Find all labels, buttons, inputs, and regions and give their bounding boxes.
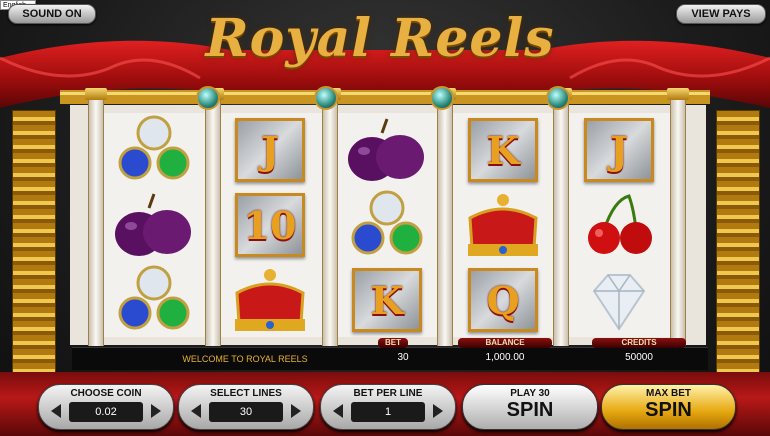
coin-increase-icon[interactable] [151,404,161,418]
plum-symbol [102,188,206,262]
balance-label: BALANCE [458,338,552,348]
diamond-symbol [567,263,671,337]
pillar [667,88,689,346]
bet-label: BET [378,338,408,348]
select-lines-value: 30 [209,402,283,422]
cherry-symbol [567,188,671,262]
gem-ornament [430,86,454,110]
select-lines-label: SELECT LINES [210,388,282,399]
max-spin-label: SPIN [645,399,692,421]
coin-decrease-icon[interactable] [51,404,61,418]
card-symbol: K [335,263,439,337]
reel-4: K Q [451,113,555,337]
spin-button[interactable]: PLAY 30 SPIN [462,384,598,430]
sound-toggle-button[interactable]: SOUND ON [8,4,96,24]
bet-per-line-label: BET PER LINE [353,388,423,399]
credits-value: 50000 [625,352,653,363]
choose-coin-value: 0.02 [69,402,143,422]
pillar [434,88,456,346]
choose-coin-control: CHOOSE COIN 0.02 [38,384,174,430]
gems-cluster-symbol [102,113,206,187]
balance-value: 1,000.00 [485,352,525,363]
reel-3: K [335,113,439,337]
gems-cluster-symbol [335,188,439,262]
gem-ornament [196,86,220,110]
gems-cluster-symbol [102,263,206,337]
reel-5: J [567,113,671,337]
reel-1 [102,113,206,337]
credits-label: CREDITS [592,338,686,348]
game-title-logo: Royal Reels [205,8,555,69]
choose-coin-label: CHOOSE COIN [70,388,142,399]
bet-per-line-value: 1 [351,402,425,422]
bet-value: 30 [397,352,409,363]
lines-decrease-icon[interactable] [191,404,201,418]
lines-increase-icon[interactable] [291,404,301,418]
card-symbol: Q [451,263,555,337]
view-pays-button[interactable]: VIEW PAYS [676,4,766,24]
play-lines-label: PLAY 30 [510,388,550,399]
crown-symbol [218,263,322,337]
bet-increase-icon[interactable] [433,404,443,418]
slot-game: English SOUND ON VIEW PAYS Royal Reels [0,0,770,436]
bet-decrease-icon[interactable] [333,404,343,418]
plum-symbol [335,113,439,187]
reel-2: J 10 [218,113,322,337]
pillar [319,88,341,346]
crown-symbol [451,188,555,262]
right-ornament-column [716,110,760,382]
bet-per-line-control: BET PER LINE 1 [320,384,456,430]
max-bet-label: MAX BET [646,388,691,399]
left-ornament-column [12,110,56,382]
pillar [550,88,572,346]
pillar [202,88,224,346]
spin-label: SPIN [506,399,554,421]
max-bet-spin-button[interactable]: MAX BET SPIN [601,384,736,430]
card-symbol: J [218,113,322,187]
select-lines-control: SELECT LINES 30 [178,384,314,430]
card-symbol: J [567,113,671,187]
pillar [85,88,107,346]
gem-ornament [314,86,338,110]
gem-ornament [546,86,570,110]
card-symbol: K [451,113,555,187]
card-symbol: 10 [218,188,322,262]
welcome-message: WELCOME TO ROYAL REELS [182,354,308,364]
